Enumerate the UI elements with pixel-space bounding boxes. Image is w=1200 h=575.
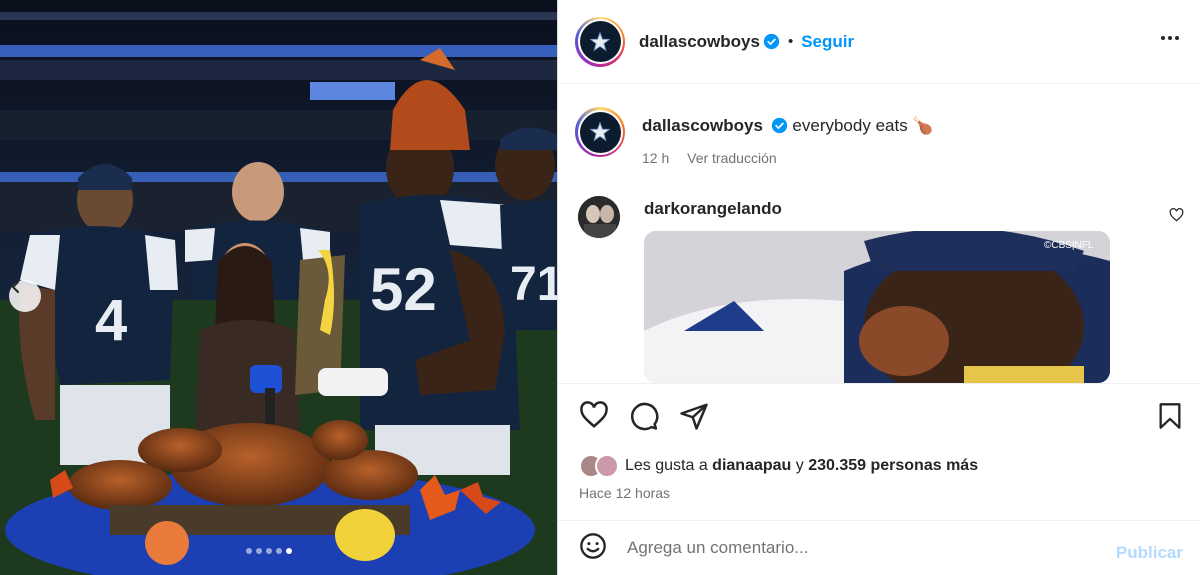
verified-badge-icon — [763, 33, 780, 50]
post-photo: 4 52 71 — [0, 0, 557, 575]
carousel-dot — [246, 548, 252, 554]
post-caption: dallascowboys everybody eats 🍗 12 h Ver … — [575, 107, 934, 169]
emoji-icon — [580, 532, 606, 559]
comment-username[interactable]: darkorangelando — [644, 199, 1110, 219]
heart-icon — [1169, 208, 1184, 222]
post-timestamp[interactable]: Hace 12 horas — [579, 485, 670, 501]
comment-icon — [631, 402, 659, 431]
jersey-number-4: 4 — [95, 288, 127, 353]
post-header: dallascowboys • Seguir — [558, 0, 1200, 84]
see-translation-link[interactable]: Ver traducción — [687, 150, 777, 166]
jersey-number-71: 71 — [510, 258, 557, 311]
likes-prefix: Les gusta a — [625, 457, 713, 474]
caption-time: 12 h — [642, 150, 670, 166]
follow-button[interactable]: Seguir — [801, 32, 854, 52]
comment-like-button[interactable] — [1169, 208, 1184, 227]
comment-gif[interactable]: ©CBS|NFL — [644, 231, 1110, 383]
likes-middle: y — [791, 457, 809, 474]
comment-button[interactable] — [629, 401, 659, 436]
liker-avatar — [595, 454, 619, 478]
post-media[interactable]: 4 52 71 — [0, 0, 557, 575]
likes-count[interactable]: 230.359 personas más — [808, 457, 978, 474]
carousel-prev-button[interactable] — [9, 280, 41, 312]
caption-text: everybody eats 🍗 — [792, 116, 934, 135]
publish-button[interactable]: Publicar — [1116, 543, 1183, 563]
cowboys-star-logo — [589, 121, 611, 142]
caption-avatar[interactable] — [575, 107, 625, 157]
header-separator: • — [787, 33, 794, 50]
comment-item: darkorangelando ©CBS|NFL — [578, 196, 1110, 383]
gif-watermark: ©CBS|NFL — [1044, 240, 1094, 251]
more-options-icon[interactable] — [1161, 36, 1179, 40]
verified-badge-icon — [771, 117, 787, 134]
post-side-panel: dallascowboys • Seguir dallascowboys eve… — [557, 0, 1200, 575]
likes-summary[interactable]: Les gusta a dianaapau y 230.359 personas… — [579, 454, 978, 478]
carousel-dot — [256, 548, 262, 554]
avatar[interactable] — [575, 16, 625, 67]
share-button[interactable] — [679, 401, 709, 436]
header-username[interactable]: dallascowboys — [639, 32, 760, 52]
share-icon — [680, 403, 708, 430]
bookmark-icon — [1159, 403, 1181, 429]
emoji-button[interactable] — [579, 532, 607, 565]
carousel-dot — [266, 548, 272, 554]
chevron-left-icon — [11, 281, 19, 293]
likes-first-user[interactable]: dianaapau — [712, 457, 791, 474]
like-button[interactable] — [579, 401, 609, 436]
carousel-dot-active — [286, 548, 292, 554]
add-comment-bar: Publicar — [558, 520, 1200, 575]
carousel-dot — [276, 548, 282, 554]
save-button[interactable] — [1157, 402, 1183, 435]
caption-username[interactable]: dallascowboys — [642, 116, 763, 135]
post-actions: Les gusta a dianaapau y 230.359 personas… — [558, 383, 1200, 520]
heart-icon — [580, 401, 608, 428]
cowboys-star-logo — [589, 31, 611, 51]
carousel-indicator — [246, 548, 292, 554]
jersey-number-52: 52 — [370, 256, 437, 323]
comment-input[interactable] — [627, 538, 1097, 558]
comment-avatar[interactable] — [578, 196, 620, 238]
